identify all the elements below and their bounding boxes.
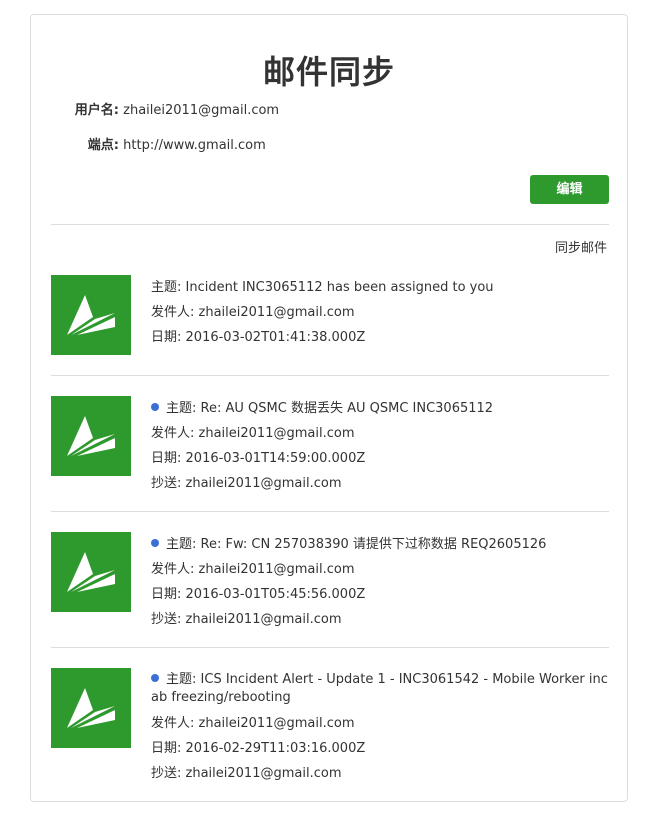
edit-button[interactable]: 编辑	[530, 175, 609, 204]
date-label: 日期:	[151, 741, 182, 756]
mail-subject: Re: Fw: CN 257038390 请提供下过称数据 REQ2605126	[200, 537, 547, 552]
mail-cc: zhailei2011@gmail.com	[185, 612, 342, 627]
paper-plane-icon	[67, 552, 115, 592]
mail-details: 主题: Incident INC3065112 has been assigne…	[151, 275, 609, 350]
mail-details: 主题: Re: AU QSMC 数据丢失 AU QSMC INC3065112 …	[151, 396, 609, 496]
mail-from: zhailei2011@gmail.com	[198, 305, 355, 320]
mail-date-line: 日期: 2016-03-01T05:45:56.000Z	[151, 582, 609, 607]
subject-label: 主题:	[166, 672, 197, 687]
endpoint-label: 端点:	[87, 138, 119, 153]
subject-label: 主题:	[166, 537, 197, 552]
mail-divider	[51, 511, 609, 512]
username-label: 用户名:	[74, 103, 119, 118]
mail-subject-line: 主题: ICS Incident Alert - Update 1 - INC3…	[151, 668, 609, 711]
subject-label: 主题:	[151, 280, 182, 295]
mail-date-line: 日期: 2016-02-29T11:03:16.000Z	[151, 736, 609, 761]
sync-mail-button[interactable]: 同步邮件	[555, 237, 607, 256]
unread-dot-icon	[151, 403, 159, 411]
mail-date: 2016-03-02T01:41:38.000Z	[185, 330, 366, 345]
mail-details: 主题: ICS Incident Alert - Update 1 - INC3…	[151, 668, 609, 786]
mail-date-line: 日期: 2016-03-02T01:41:38.000Z	[151, 325, 609, 350]
from-label: 发件人:	[151, 426, 195, 441]
mail-cc-line: 抄送: zhailei2011@gmail.com	[151, 471, 609, 496]
mail-from: zhailei2011@gmail.com	[198, 562, 355, 577]
list-item[interactable]: 主题: ICS Incident Alert - Update 1 - INC3…	[51, 668, 609, 788]
mail-cc-line: 抄送: zhailei2011@gmail.com	[151, 607, 609, 632]
mail-from-line: 发件人: zhailei2011@gmail.com	[151, 711, 609, 736]
mail-cc: zhailei2011@gmail.com	[185, 766, 342, 781]
paper-plane-icon	[67, 688, 115, 728]
mail-subject: ICS Incident Alert - Update 1 - INC30615…	[151, 672, 608, 705]
mail-date-line: 日期: 2016-03-01T14:59:00.000Z	[151, 446, 609, 471]
list-item[interactable]: 主题: Incident INC3065112 has been assigne…	[51, 275, 609, 375]
mail-thumbnail	[51, 532, 131, 612]
paper-plane-icon	[67, 295, 115, 335]
mail-from: zhailei2011@gmail.com	[198, 716, 355, 731]
mail-cc-line: 抄送: zhailei2011@gmail.com	[151, 761, 609, 786]
mail-thumbnail	[51, 668, 131, 748]
mail-divider	[51, 375, 609, 376]
date-label: 日期:	[151, 587, 182, 602]
mail-from-line: 发件人: zhailei2011@gmail.com	[151, 557, 609, 582]
mail-divider	[51, 647, 609, 648]
list-item[interactable]: 主题: Re: AU QSMC 数据丢失 AU QSMC INC3065112 …	[51, 396, 609, 511]
endpoint-row: 端点: http://www.gmail.com	[51, 136, 266, 156]
mail-details: 主题: Re: Fw: CN 257038390 请提供下过称数据 REQ260…	[151, 532, 609, 632]
header-divider	[51, 224, 609, 225]
mail-from-line: 发件人: zhailei2011@gmail.com	[151, 421, 609, 446]
subject-label: 主题:	[166, 401, 197, 416]
mail-cc: zhailei2011@gmail.com	[185, 476, 342, 491]
cc-label: 抄送:	[151, 766, 182, 781]
date-label: 日期:	[151, 330, 182, 345]
unread-dot-icon	[151, 539, 159, 547]
mail-thumbnail	[51, 396, 131, 476]
username-row: 用户名: zhailei2011@gmail.com	[51, 101, 279, 121]
paper-plane-icon	[67, 416, 115, 456]
mail-subject-line: 主题: Re: Fw: CN 257038390 请提供下过称数据 REQ260…	[151, 532, 609, 557]
from-label: 发件人:	[151, 562, 195, 577]
mail-subject-line: 主题: Incident INC3065112 has been assigne…	[151, 275, 609, 300]
mail-subject-line: 主题: Re: AU QSMC 数据丢失 AU QSMC INC3065112	[151, 396, 609, 421]
mail-sync-panel: 邮件同步 用户名: zhailei2011@gmail.com 端点: http…	[30, 14, 628, 802]
list-item[interactable]: 主题: Re: Fw: CN 257038390 请提供下过称数据 REQ260…	[51, 532, 609, 647]
mail-from: zhailei2011@gmail.com	[198, 426, 355, 441]
mail-subject: Incident INC3065112 has been assigned to…	[185, 280, 494, 295]
date-label: 日期:	[151, 451, 182, 466]
username-value: zhailei2011@gmail.com	[123, 103, 280, 118]
endpoint-value: http://www.gmail.com	[123, 138, 266, 153]
mail-from-line: 发件人: zhailei2011@gmail.com	[151, 300, 609, 325]
mail-thumbnail	[51, 275, 131, 355]
mail-subject: Re: AU QSMC 数据丢失 AU QSMC INC3065112	[200, 401, 494, 416]
mail-date: 2016-03-01T14:59:00.000Z	[185, 451, 366, 466]
unread-dot-icon	[151, 674, 159, 682]
page-title: 邮件同步	[262, 53, 395, 91]
mail-date: 2016-02-29T11:03:16.000Z	[185, 741, 366, 756]
from-label: 发件人:	[151, 716, 195, 731]
cc-label: 抄送:	[151, 476, 182, 491]
mail-date: 2016-03-01T05:45:56.000Z	[185, 587, 366, 602]
cc-label: 抄送:	[151, 612, 182, 627]
from-label: 发件人:	[151, 305, 195, 320]
